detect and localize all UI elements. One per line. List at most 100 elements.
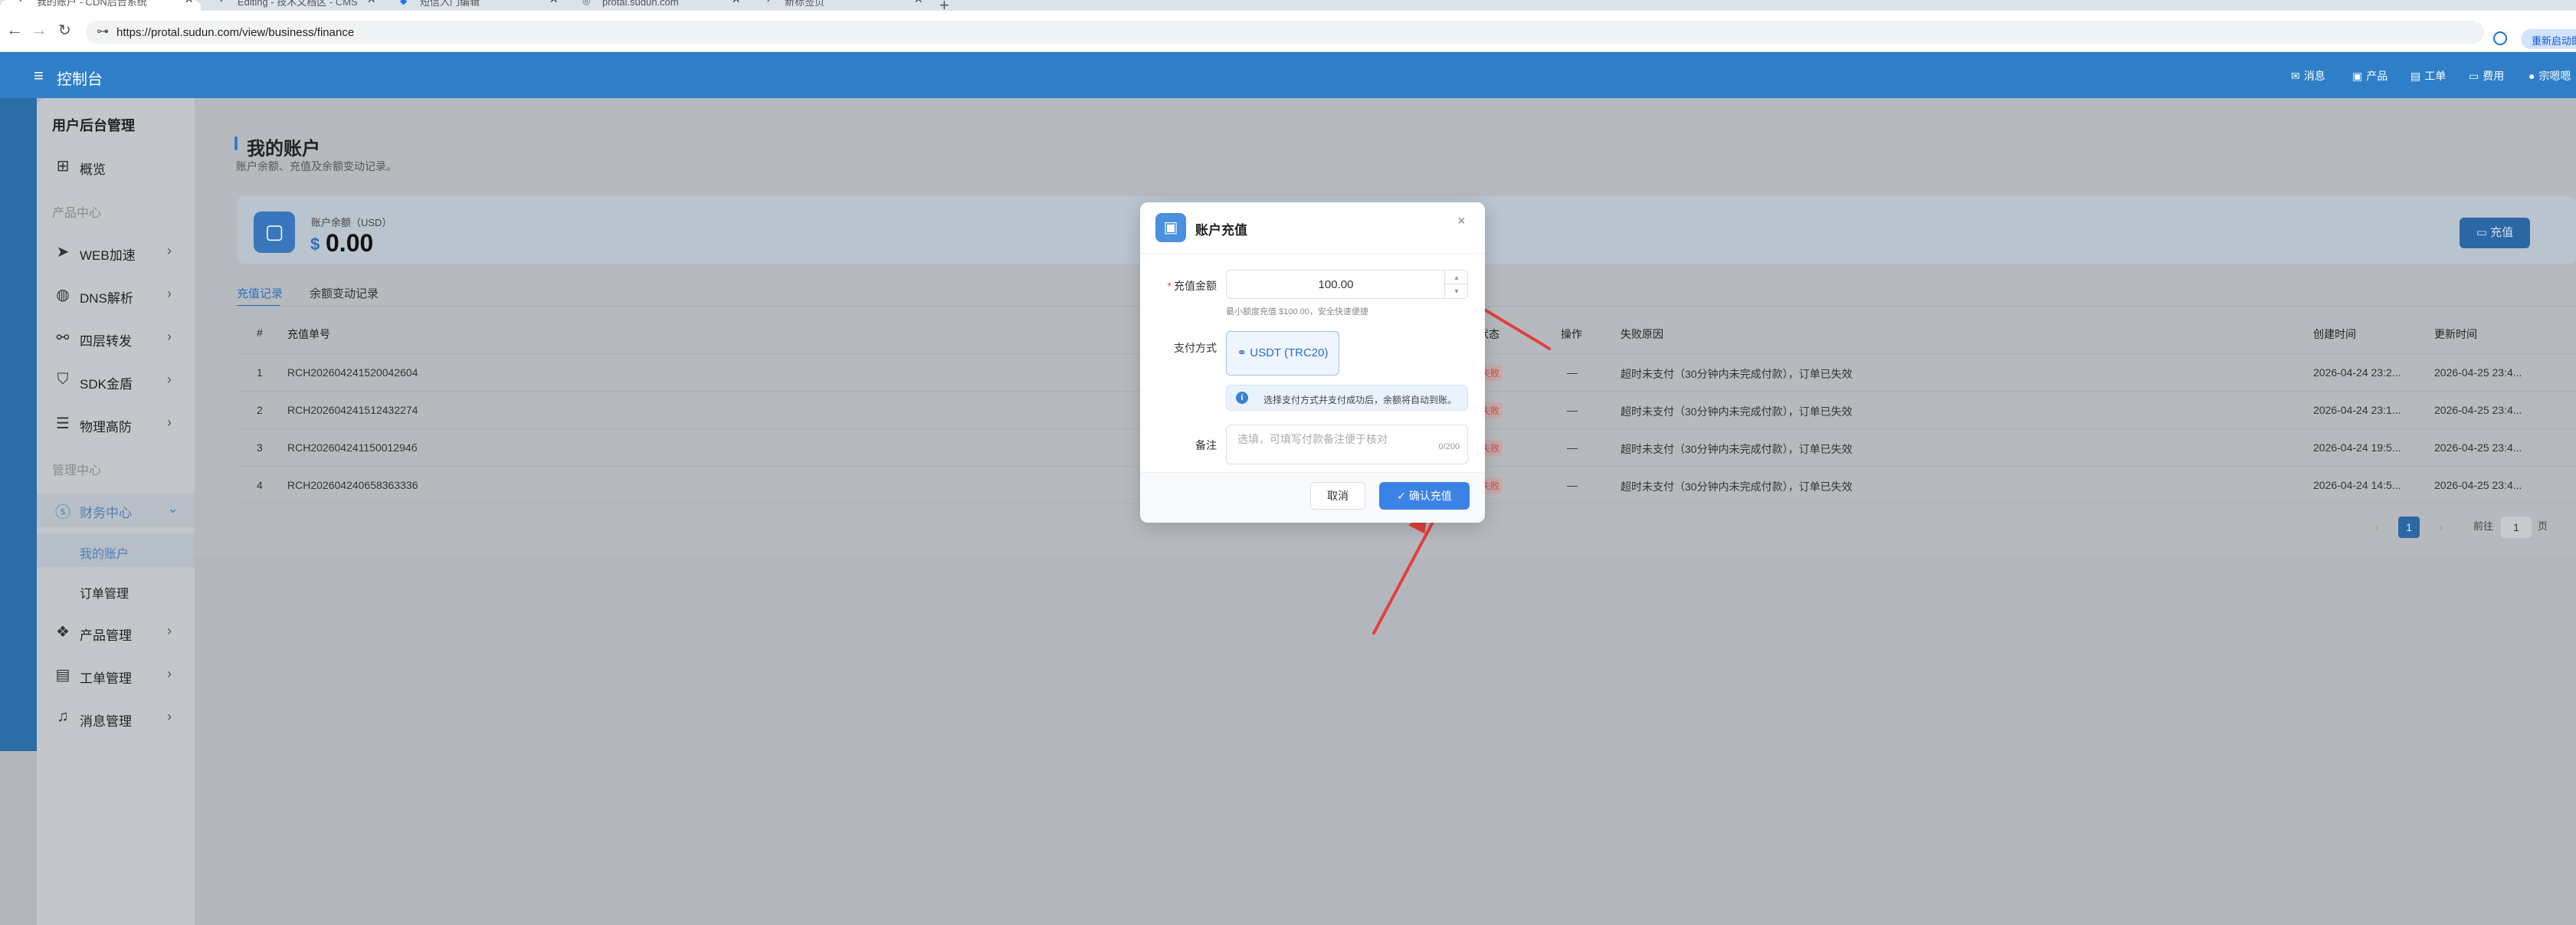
sidebar-section-label: 产品中心 bbox=[52, 207, 102, 220]
header-item-label: 费用 bbox=[2483, 70, 2505, 82]
divider bbox=[1140, 253, 1485, 254]
recharge-button[interactable]: ▭ 充值 bbox=[2460, 218, 2530, 248]
cell-updated: 2026-04-25 23:4... bbox=[2434, 479, 2522, 491]
tab-title: protal.sudun.com bbox=[602, 0, 679, 8]
pagination-prev[interactable]: ‹ bbox=[2366, 517, 2388, 538]
sidebar-item-product-manage[interactable]: ❖ 产品管理 › bbox=[37, 616, 195, 650]
sidebar-item-orders[interactable]: 订单管理 bbox=[37, 573, 195, 607]
column-header: 失败原因 bbox=[1621, 328, 1663, 340]
bell-icon: ♫ bbox=[57, 708, 69, 725]
browser-tab[interactable]: ◔ 新标签页 × bbox=[748, 0, 930, 11]
payment-label: 支付方式 bbox=[1174, 342, 1217, 354]
decrement-icon[interactable]: ▼ bbox=[1445, 284, 1468, 298]
tab-title: 我的账户 - CDN后台系统 bbox=[37, 0, 147, 8]
amount-input[interactable]: 100.00 ▲ ▼ bbox=[1226, 270, 1468, 299]
tab-title: 短信入门编辑 bbox=[420, 0, 480, 8]
header-tickets[interactable]: ▤ 工单 bbox=[2410, 68, 2446, 84]
sidebar-item-label: 概览 bbox=[80, 162, 106, 177]
close-tab-icon[interactable]: × bbox=[367, 0, 375, 6]
browser-tab-active[interactable]: ◔ 我的账户 - CDN后台系统 × bbox=[0, 0, 201, 11]
site-info-icon[interactable]: ⊶ bbox=[97, 24, 109, 39]
mail-icon: ✉ bbox=[2291, 70, 2300, 82]
back-icon[interactable]: ← bbox=[6, 20, 23, 40]
sidebar-item-message-manage[interactable]: ♫ 消息管理 › bbox=[37, 702, 195, 736]
sidebar-item-web[interactable]: ➤ WEB加速 › bbox=[37, 236, 195, 270]
remark-textarea[interactable]: 选填，可填写付款备注便于核对 0/200 bbox=[1226, 425, 1468, 464]
chevron-right-icon: › bbox=[167, 372, 172, 387]
avatar: ● bbox=[2528, 70, 2535, 82]
required-mark: * bbox=[1167, 280, 1172, 292]
server-icon: ☰ bbox=[56, 415, 70, 432]
recharge-label: 充值 bbox=[2490, 226, 2514, 239]
sidebar: 用户后台管理 ⊞ 概览 产品中心 ➤ WEB加速 › ◍ DNS解析 › ⚯ 四… bbox=[37, 98, 195, 925]
wallet-icon: ▭ bbox=[2469, 70, 2479, 82]
payment-info-text: 选择支付方式并支付成功后，余额将自动到账。 bbox=[1263, 395, 1457, 405]
cubes-icon: ❖ bbox=[56, 624, 70, 641]
sidebar-item-l4[interactable]: ⚯ 四层转发 › bbox=[37, 322, 195, 356]
page-title: 我的账户 bbox=[247, 139, 320, 159]
tab-recharge-records[interactable]: 充值记录 bbox=[237, 285, 283, 301]
header-products[interactable]: ▣ 产品 bbox=[2352, 68, 2388, 84]
payment-option-usdt[interactable]: ⚭ USDT (TRC20) bbox=[1226, 331, 1339, 376]
ticket-icon: ▤ bbox=[2410, 70, 2421, 82]
sidebar-item-label: 工单管理 bbox=[80, 671, 132, 686]
header-user[interactable]: ● 宗嗯嗯 bbox=[2528, 68, 2571, 84]
close-tab-icon[interactable]: × bbox=[914, 0, 923, 6]
pagination-page[interactable]: 1 bbox=[2398, 517, 2420, 538]
favicon-icon: ◔ bbox=[765, 0, 771, 6]
close-icon[interactable]: × bbox=[1457, 213, 1466, 229]
sidebar-item-finance[interactable]: ⓢ 财务中心 ⌄ bbox=[37, 494, 195, 527]
url-text: https://protal.sudun.com/view/business/f… bbox=[116, 26, 355, 39]
menu-icon[interactable]: ≡ bbox=[34, 66, 44, 86]
sidebar-item-overview[interactable]: ⊞ 概览 bbox=[37, 150, 195, 184]
browser-tab[interactable]: ◎ protal.sudun.com × bbox=[565, 0, 748, 11]
cell-reason: 超时未支付（30分钟内未完成付款），订单已失效 bbox=[1621, 368, 1853, 380]
address-bar[interactable]: ⊶ https://protal.sudun.com/view/business… bbox=[86, 21, 2484, 44]
cell-created: 2026-04-24 23:2... bbox=[2313, 366, 2401, 379]
globe-icon: ◎ bbox=[582, 0, 591, 6]
header-messages[interactable]: ✉ 消息 bbox=[2291, 68, 2325, 84]
sidebar-item-label: 财务中心 bbox=[80, 506, 132, 520]
pagination-goto-label: 前往 bbox=[2473, 520, 2494, 532]
sidebar-item-sdk[interactable]: ⛉ SDK金盾 › bbox=[37, 365, 195, 399]
relaunch-button[interactable]: 重新启动即 bbox=[2521, 29, 2576, 49]
header-billing[interactable]: ▭ 费用 bbox=[2469, 68, 2504, 84]
cell-created: 2026-04-24 14:5... bbox=[2313, 479, 2401, 491]
cell-action: — bbox=[1567, 366, 1578, 379]
close-tab-icon[interactable]: × bbox=[732, 0, 740, 6]
header-item-label: 产品 bbox=[2366, 70, 2388, 82]
chevron-right-icon: › bbox=[167, 286, 172, 301]
reload-icon[interactable]: ↻ bbox=[58, 21, 71, 40]
grid-icon: ⊞ bbox=[56, 158, 70, 175]
favicon-icon: ◔ bbox=[218, 0, 224, 6]
close-tab-icon[interactable]: × bbox=[549, 0, 558, 6]
tab-title: Editing - 技术文档区 - CMS bbox=[238, 0, 358, 8]
cell-updated: 2026-04-25 23:4... bbox=[2434, 404, 2522, 416]
wallet-icon: ▣ bbox=[1155, 213, 1186, 242]
profile-icon[interactable] bbox=[2493, 31, 2507, 45]
sidebar-item-dns[interactable]: ◍ DNS解析 › bbox=[37, 279, 195, 313]
confirm-recharge-button[interactable]: ✓ 确认充值 bbox=[1379, 482, 1470, 510]
pagination-next[interactable]: › bbox=[2430, 517, 2452, 538]
header-item-label: 消息 bbox=[2303, 70, 2325, 82]
chevron-right-icon: › bbox=[167, 243, 172, 258]
sidebar-item-ticket-manage[interactable]: ▤ 工单管理 › bbox=[37, 659, 195, 693]
sidebar-item-my-account[interactable]: 我的账户 bbox=[37, 533, 195, 567]
tab-balance-changes[interactable]: 余额变动记录 bbox=[310, 285, 379, 301]
amount-label-text: 充值金额 bbox=[1174, 280, 1217, 292]
app-header: ≡ 控制台 ✉ 消息 ▣ 产品 ▤ 工单 ▭ 费用 ● 宗嗯嗯 bbox=[0, 52, 2576, 98]
pagination-goto-input[interactable]: 1 bbox=[2501, 517, 2532, 538]
increment-icon[interactable]: ▲ bbox=[1445, 271, 1468, 284]
sidebar-item-label: DNS解析 bbox=[80, 291, 133, 306]
chevron-right-icon: › bbox=[167, 709, 172, 724]
payment-option-label: USDT (TRC20) bbox=[1250, 346, 1329, 359]
cancel-button[interactable]: 取消 bbox=[1310, 482, 1365, 510]
browser-tab[interactable]: ◔ Editing - 技术文档区 - CMS × bbox=[201, 0, 383, 11]
browser-tab[interactable]: ◆ 短信入门编辑 × bbox=[383, 0, 565, 11]
link-icon: ⚭ bbox=[1237, 346, 1250, 359]
forward-icon[interactable]: → bbox=[31, 20, 48, 40]
cell-action: — bbox=[1567, 404, 1578, 416]
close-tab-icon[interactable]: × bbox=[185, 0, 193, 6]
check-icon: ✓ bbox=[1397, 490, 1409, 502]
sidebar-item-physical[interactable]: ☰ 物理高防 › bbox=[37, 408, 195, 441]
